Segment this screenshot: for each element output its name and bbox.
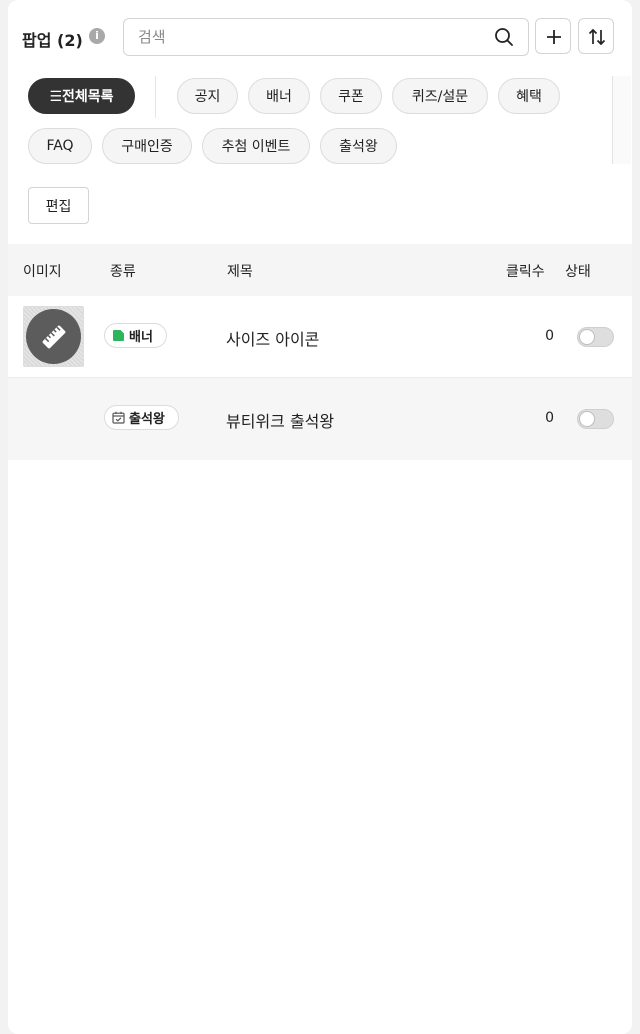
chip-coupon[interactable]: 쿠폰 <box>320 78 382 114</box>
row-thumbnail <box>23 306 84 367</box>
chip-quiz-survey[interactable]: 퀴즈/설문 <box>392 78 488 114</box>
ruler-icon <box>42 325 65 348</box>
row-title[interactable]: 뷰티위크 출석왕 <box>226 408 334 432</box>
type-label: 출석왕 <box>129 412 165 427</box>
edit-button-label: 편집 <box>45 198 72 215</box>
plus-icon <box>547 30 561 44</box>
chip-raffle-event[interactable]: 추첨 이벤트 <box>202 128 310 164</box>
page-title: 팝업 (2) <box>22 31 83 50</box>
sort-button[interactable] <box>578 18 614 54</box>
toggle-knob <box>579 411 595 427</box>
search-box <box>123 18 529 56</box>
toggle-knob <box>579 329 595 345</box>
chip-purchase-verify[interactable]: 구매인증 <box>102 128 192 164</box>
chip-label: FAQ <box>46 138 74 154</box>
status-toggle[interactable] <box>577 327 614 347</box>
col-type: 종류 <box>110 264 136 280</box>
banner-icon <box>113 330 124 341</box>
type-badge: 출석왕 <box>104 405 179 430</box>
status-toggle[interactable] <box>577 409 614 429</box>
search-input[interactable] <box>138 19 478 55</box>
table-row[interactable]: 배너 사이즈 아이콘 0 <box>8 296 632 378</box>
row-clicks: 0 <box>545 410 554 426</box>
col-image: 이미지 <box>23 264 62 280</box>
chip-label: 추첨 이벤트 <box>221 139 291 155</box>
add-button[interactable] <box>535 18 571 54</box>
info-icon[interactable]: i <box>89 28 105 44</box>
chip-faq[interactable]: FAQ <box>28 128 92 164</box>
chip-notice[interactable]: 공지 <box>177 78 238 114</box>
table-row[interactable]: 출석왕 뷰티위크 출석왕 0 <box>8 378 632 460</box>
popup-panel: 팝업 (2) i ☰전체목록 공지 <box>8 0 632 1034</box>
chip-label: 출석왕 <box>339 139 378 155</box>
chip-label: 배너 <box>266 89 292 105</box>
chip-label: 혜택 <box>516 89 542 105</box>
chip-benefit[interactable]: 혜택 <box>498 78 560 114</box>
calendar-check-icon <box>112 411 125 424</box>
filter-scroll-edge <box>612 76 631 164</box>
col-clicks: 클릭수 <box>506 264 545 280</box>
chip-all-list-label: ☰전체목록 <box>49 89 114 105</box>
type-label: 배너 <box>129 330 153 345</box>
chip-label: 쿠폰 <box>338 89 364 105</box>
header: 팝업 (2) i <box>8 18 632 56</box>
table-header: 이미지 종류 제목 클릭수 상태 <box>8 244 632 296</box>
col-title: 제목 <box>227 264 253 280</box>
type-badge: 배너 <box>104 323 167 348</box>
chip-label: 공지 <box>194 89 221 105</box>
chip-label: 구매인증 <box>121 139 173 155</box>
col-status: 상태 <box>565 264 591 280</box>
row-title[interactable]: 사이즈 아이콘 <box>226 326 319 350</box>
edit-button[interactable]: 편집 <box>28 187 89 224</box>
chip-label: 퀴즈/설문 <box>411 89 469 105</box>
chip-all-list[interactable]: ☰전체목록 <box>28 78 135 114</box>
row-clicks: 0 <box>545 328 554 344</box>
search-icon[interactable] <box>494 27 514 47</box>
chip-banner[interactable]: 배너 <box>248 78 310 114</box>
chip-attendance[interactable]: 출석왕 <box>320 128 397 164</box>
filter-divider <box>155 76 156 118</box>
sort-arrows-icon <box>588 28 606 46</box>
